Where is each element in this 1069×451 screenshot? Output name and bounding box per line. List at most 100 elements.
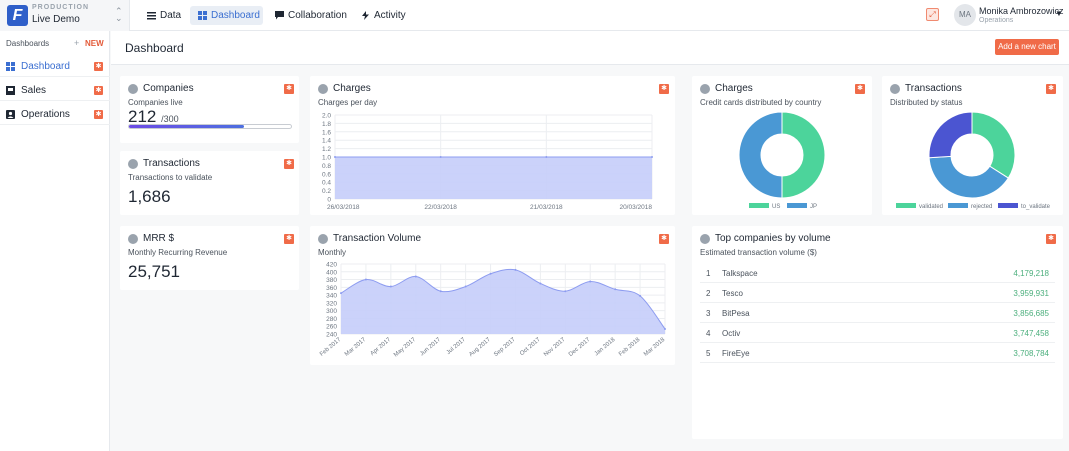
donut-slice: [738, 111, 783, 199]
top-bar: F PRODUCTION Live Demo ⌃ ⌄ Data Dashboard…: [0, 0, 1069, 31]
y-tick-label: 0: [327, 197, 331, 204]
card-title: Transaction Volume: [333, 233, 422, 244]
charges-donut-chart: US JP: [738, 111, 826, 210]
caret-down-icon[interactable]: ▼: [1055, 9, 1063, 18]
x-tick-label: Apr 2017: [370, 337, 393, 358]
y-tick-label: 400: [326, 269, 337, 276]
gear-icon[interactable]: ✱: [284, 234, 294, 244]
donut-slice: [781, 111, 826, 199]
legend-label: US: [772, 204, 780, 210]
row-company: FireEye: [722, 349, 750, 358]
data-point: [589, 280, 592, 283]
money-icon: [128, 234, 138, 244]
y-tick-label: 1.8: [322, 121, 331, 128]
row-rank: 5: [706, 349, 711, 358]
row-company: Tesco: [722, 289, 743, 298]
gear-icon[interactable]: ✱: [94, 62, 103, 71]
expand-icon[interactable]: ⤢: [926, 8, 939, 21]
data-point: [545, 156, 548, 158]
data-point: [334, 156, 336, 158]
y-tick-label: 1.6: [322, 129, 331, 136]
nav-tab-activity[interactable]: Activity: [353, 6, 413, 25]
gear-icon[interactable]: ✱: [94, 86, 103, 95]
environment-label: PRODUCTION: [32, 4, 90, 11]
y-tick-label: 420: [326, 262, 337, 269]
avatar[interactable]: MA: [954, 4, 976, 26]
y-tick-label: 280: [326, 316, 337, 323]
data-point: [340, 292, 342, 295]
card-title: Transactions: [143, 158, 200, 169]
logo-icon: F: [7, 5, 28, 26]
add-chart-button[interactable]: Add a new chart: [995, 39, 1059, 55]
card-subtitle: Charges per day: [318, 98, 378, 107]
new-dashboard-button[interactable]: NEW: [85, 39, 104, 48]
data-point: [564, 290, 567, 293]
x-tick-label: 22/03/2018: [424, 204, 457, 211]
row-company: Talkspace: [722, 269, 758, 278]
data-point: [439, 156, 442, 158]
y-tick-label: 1.0: [322, 155, 331, 162]
row-value: 3,959,931: [1013, 289, 1049, 298]
nav-tab-dashboard[interactable]: Dashboard: [190, 6, 263, 25]
gear-icon[interactable]: ✱: [659, 234, 669, 244]
sidebar-item-operations[interactable]: Operations ✱: [0, 105, 110, 125]
data-point: [389, 285, 392, 288]
table-row[interactable]: 2 Tesco 3,959,931: [700, 284, 1055, 303]
legend-label: JP: [810, 204, 817, 210]
row-company: BitPesa: [722, 309, 750, 318]
card-top-companies: Top companies by volume ✱ Estimated tran…: [692, 226, 1063, 439]
chevron-up-down-icon: ⌃ ⌄: [115, 6, 123, 23]
gear-icon[interactable]: ✱: [284, 159, 294, 169]
x-tick-label: May 2017: [393, 337, 418, 359]
x-tick-label: 20/03/2018: [619, 204, 652, 211]
table-row[interactable]: 3 BitPesa 3,856,685: [700, 304, 1055, 323]
box-icon: [6, 86, 15, 95]
table-row[interactable]: 1 Talkspace 4,179,218: [700, 264, 1055, 283]
y-tick-label: 360: [326, 285, 337, 292]
data-point: [489, 272, 492, 275]
x-tick-label: Oct 2017: [519, 337, 542, 358]
plus-icon[interactable]: +: [74, 38, 79, 48]
card-subtitle: Credit cards distributed by country: [700, 98, 822, 107]
credit-card-icon: [318, 84, 328, 94]
y-tick-label: 320: [326, 300, 337, 307]
x-tick-label: Sep 2017: [493, 337, 517, 359]
y-tick-label: 1.2: [322, 146, 331, 153]
lightning-icon: [362, 11, 369, 20]
row-rank: 2: [706, 289, 711, 298]
card-mrr: MRR $ ✱ Monthly Recurring Revenue 25,751: [120, 226, 299, 290]
data-point: [364, 278, 367, 281]
credit-card-icon: [700, 84, 710, 94]
table-row[interactable]: 4 Octiv 3,747,458: [700, 324, 1055, 343]
area-fill: [335, 157, 652, 199]
row-rank: 1: [706, 269, 711, 278]
data-point: [539, 282, 542, 285]
legend-swatch: [948, 203, 968, 208]
card-transaction-volume: Transaction Volume ✱ Monthly 240 260 280 30…: [310, 226, 675, 365]
gear-icon[interactable]: ✱: [659, 84, 669, 94]
environment-switcher[interactable]: F PRODUCTION Live Demo ⌃ ⌄: [0, 0, 130, 31]
nav-tab-collaboration[interactable]: Collaboration: [267, 6, 347, 25]
data-point: [439, 290, 442, 293]
gear-icon[interactable]: ✱: [855, 84, 865, 94]
card-charges-by-country: Charges ✱ Credit cards distributed by co…: [692, 76, 872, 215]
y-tick-label: 340: [326, 293, 337, 300]
progress-bar: [128, 124, 292, 129]
gear-icon[interactable]: ✱: [284, 84, 294, 94]
legend-label: to_validate: [1021, 204, 1051, 210]
chat-icon: [275, 11, 284, 20]
card-subtitle: Monthly: [318, 248, 347, 257]
user-name[interactable]: Monika Ambrozowicz: [979, 6, 1064, 16]
table-row[interactable]: 5 FireEye 3,708,784: [700, 344, 1055, 363]
chart-icon: [318, 234, 328, 244]
person-icon: [6, 110, 15, 119]
x-tick-label: Jun 2017: [419, 337, 442, 358]
x-tick-label: 21/03/2018: [530, 204, 563, 211]
gear-icon[interactable]: ✱: [94, 110, 103, 119]
sidebar-item-dashboard[interactable]: Dashboard ✱: [0, 57, 110, 77]
sidebar-item-sales[interactable]: Sales ✱: [0, 81, 110, 101]
list-icon: [147, 12, 156, 20]
gear-icon[interactable]: ✱: [1046, 234, 1056, 244]
gear-icon[interactable]: ✱: [1046, 84, 1056, 94]
nav-tab-data[interactable]: Data: [139, 6, 189, 25]
